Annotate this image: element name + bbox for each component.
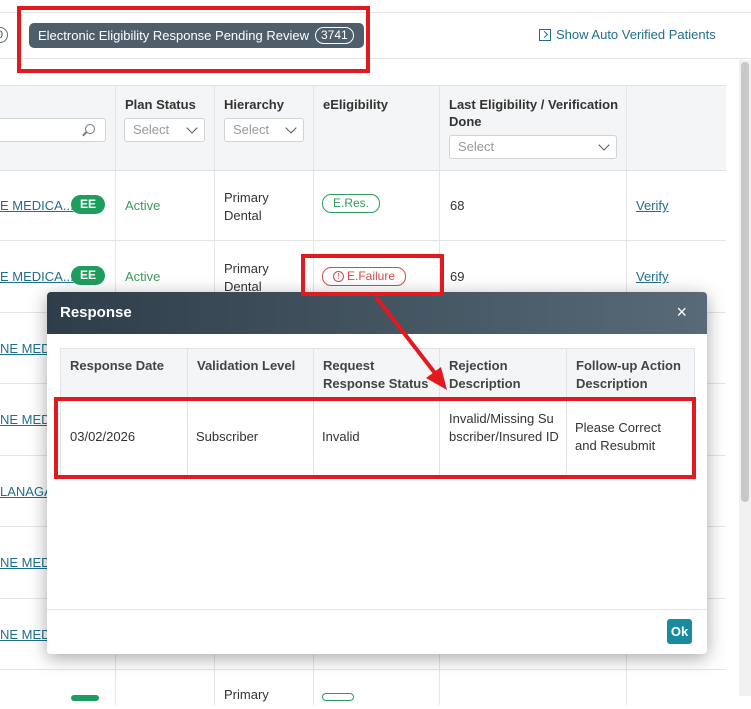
search-icon (85, 124, 95, 134)
patient-name-link[interactable]: E MEDICA... (0, 198, 74, 213)
eligibility-badge-partial (322, 693, 354, 701)
chevron-down-icon (186, 122, 198, 134)
close-icon[interactable]: × (676, 303, 687, 321)
plan-status: Active (125, 269, 161, 284)
follow-up-header: Follow-up Action Description (576, 358, 681, 391)
annotation-box (301, 254, 444, 296)
plan-status: Active (125, 198, 161, 213)
column-header: Request Response Status (314, 349, 440, 400)
scrollbar-thumb[interactable] (741, 62, 749, 502)
name-filter-input[interactable] (0, 118, 106, 142)
patient-name-link[interactable]: E MEDICA... (0, 269, 74, 284)
chevron-down-icon (598, 139, 610, 151)
annotation-box (54, 397, 696, 479)
patient-name-link[interactable]: LANAGA (0, 484, 53, 499)
show-auto-verified-link[interactable]: Show Auto Verified Patients (539, 27, 716, 42)
auto-link-label: Show Auto Verified Patients (556, 27, 716, 42)
last-verification: 69 (450, 269, 465, 284)
dialog-header: Response × (47, 292, 707, 334)
hierarchy-header: Hierarchy (224, 97, 284, 112)
hierarchy: Primary Dental (224, 261, 269, 294)
eligibility-header: eEligibility (323, 97, 389, 112)
validation-level-header: Validation Level (197, 358, 296, 373)
column-header: Rejection Description (440, 349, 567, 400)
ok-button[interactable]: Ok (667, 619, 692, 644)
external-link-icon (539, 28, 551, 41)
table-row: Primary (0, 669, 726, 709)
column-header: Follow-up Action Description (567, 349, 694, 400)
response-date-header: Response Date (70, 358, 164, 373)
eligibility-response-badge[interactable]: E.Res. (322, 194, 381, 213)
hierarchy-filter-value: Select (233, 122, 270, 137)
verify-link[interactable]: Verify (636, 269, 669, 284)
last-verification-filter[interactable]: Select (449, 135, 617, 159)
column-header: Response Date (61, 349, 188, 400)
hierarchy: Primary Dental (224, 190, 269, 223)
rejection-description-header: Rejection Description (449, 358, 521, 391)
ee-badge: EE (71, 195, 105, 214)
plan-status-filter[interactable]: Select (124, 118, 205, 142)
grid-header: Plan Status Select Hierarchy Select eEli… (0, 85, 726, 171)
last-verification: 68 (450, 198, 465, 213)
verify-link[interactable]: Verify (636, 198, 669, 213)
dialog-footer-divider (47, 609, 707, 610)
annotation-box (17, 6, 370, 73)
left-tab-count[interactable]: 0 (0, 27, 8, 43)
dialog-title: Response (60, 304, 132, 321)
hierarchy-filter[interactable]: Select (224, 118, 304, 142)
ee-badge: EE (71, 266, 105, 285)
table-row: E MEDICA... EE Active Primary Dental E.R… (0, 169, 726, 241)
last-verification-filter-value: Select (458, 139, 495, 154)
plan-status-filter-value: Select (133, 122, 170, 137)
column-header: Validation Level (188, 349, 314, 400)
last-verification-header: Last Eligibility / Verification Done (449, 97, 619, 129)
plan-status-header: Plan Status (125, 97, 196, 112)
chevron-down-icon (285, 122, 297, 134)
request-response-status-header: Request Response Status (323, 358, 429, 391)
hierarchy: Primary (224, 687, 269, 702)
